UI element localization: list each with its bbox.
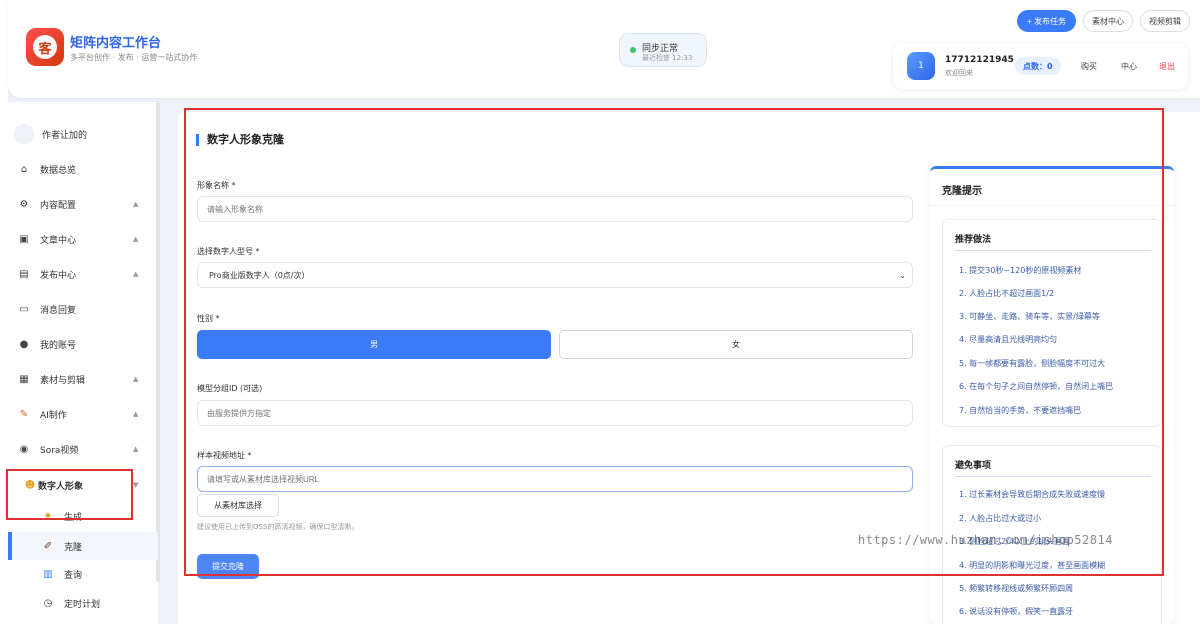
- video-edit-button[interactable]: 视频剪辑: [1140, 10, 1190, 32]
- sidebar-subitem-label: 定时计划: [64, 599, 101, 610]
- sidebar-item-ai[interactable]: ✎ AI制作: [18, 402, 67, 426]
- sidebar-item-publish[interactable]: ▤ 发布中心: [18, 262, 76, 286]
- list-item: 6. 说话没有停顿，假笑一直露牙: [959, 607, 1074, 616]
- publish-icon: ▤: [19, 268, 29, 280]
- sidebar-item-label: 我的账号: [40, 340, 77, 351]
- message-icon: ▭: [19, 303, 29, 315]
- sidebar-subitem-label: 克隆: [64, 542, 83, 553]
- watermark: https://www.huzhan.com/ishop52814: [858, 533, 1113, 547]
- sidebar-subitem-query[interactable]: ▥ 查询: [42, 564, 82, 584]
- sidebar-item-articles[interactable]: ▣ 文章中心: [18, 227, 76, 251]
- material-center-button[interactable]: 素材中心: [1083, 10, 1133, 32]
- chevron-up-icon[interactable]: ▲: [133, 270, 138, 278]
- points-badge: 点数：0: [1015, 57, 1061, 75]
- sync-time: 最近检查 12:33: [642, 54, 693, 62]
- sora-icon: ◉: [19, 443, 29, 455]
- publish-task-button[interactable]: + 发布任务: [1017, 10, 1076, 32]
- buy-link[interactable]: 购买: [1081, 61, 1097, 72]
- highlight-box-sidebar: [6, 469, 133, 520]
- ai-icon: ✎: [19, 408, 29, 420]
- clone-icon: ✐: [43, 540, 53, 552]
- timer-icon: ◷: [43, 597, 53, 609]
- sidebar-item-label: AI制作: [40, 410, 67, 421]
- sidebar-scrollbar[interactable]: [156, 102, 160, 582]
- sidebar-item-label: 发布中心: [40, 270, 77, 281]
- chevron-up-icon[interactable]: ▲: [133, 235, 138, 243]
- sidebar-item-label: 数据总览: [40, 165, 77, 176]
- sync-status-card: 同步正常 最近检查 12:33: [619, 33, 707, 67]
- chevron-up-icon[interactable]: ▲: [133, 375, 138, 383]
- sidebar-item-label: 作者让加的: [42, 130, 88, 141]
- list-item: 5. 频繁转移视线或频繁环顾四周: [959, 584, 1074, 593]
- sidebar-subitem-label: 查询: [64, 570, 83, 581]
- brand-subtitle: 多平台创作 · 发布 · 运营一站式协作: [70, 53, 198, 62]
- logout-link[interactable]: 退出: [1159, 61, 1175, 72]
- sidebar-item-label: Sora视频: [40, 445, 79, 456]
- sidebar-item-label: 素材与剪辑: [40, 375, 86, 386]
- material-icon: ▦: [19, 373, 29, 385]
- left-edge-strip: [0, 0, 8, 624]
- chevron-up-icon[interactable]: ▲: [133, 445, 138, 453]
- user-phone: 17712121945: [945, 55, 1014, 65]
- brand-title: 矩阵内容工作台: [70, 36, 162, 51]
- sidebar-item-label: 文章中心: [40, 235, 77, 246]
- active-item-background: [12, 532, 158, 560]
- settings-icon: ⚙: [19, 198, 29, 210]
- status-dot-icon: [630, 47, 636, 53]
- sidebar-item-content-config[interactable]: ⚙ 内容配置: [18, 192, 77, 216]
- highlight-box-form: [184, 108, 1164, 576]
- user-welcome: 欢迎回来: [945, 69, 973, 77]
- sidebar-item-overview[interactable]: ⌂ 数据总览: [18, 157, 76, 181]
- sidebar-subitem-clone[interactable]: ✐ 克隆: [42, 536, 82, 556]
- sidebar-item-label: 消息回复: [40, 305, 77, 316]
- home-icon: ⌂: [20, 163, 28, 175]
- sidebar-item-account[interactable]: ● 我的账号: [18, 332, 76, 356]
- logo-char: 客: [33, 35, 57, 59]
- sidebar-item-author[interactable]: 作者让加的: [14, 122, 88, 146]
- chevron-up-icon[interactable]: ▲: [133, 410, 138, 418]
- sidebar-item-label: 内容配置: [40, 200, 77, 211]
- user-card: 1 17712121945 欢迎回来 点数：0 购买 中心 退出: [893, 43, 1188, 89]
- sidebar-item-sora[interactable]: ◉ Sora视频: [18, 437, 79, 461]
- blank-avatar-icon: [14, 124, 34, 144]
- sidebar-subitem-timer[interactable]: ◷ 定时计划: [42, 593, 100, 613]
- chevron-up-icon[interactable]: ▲: [133, 200, 138, 208]
- sidebar-item-messages[interactable]: ▭ 消息回复: [18, 297, 76, 321]
- article-icon: ▣: [19, 233, 29, 245]
- avatar[interactable]: 1: [907, 52, 935, 80]
- query-icon: ▥: [43, 568, 53, 580]
- account-icon: ●: [19, 338, 29, 350]
- top-actions: + 发布任务 素材中心 视频剪辑: [1017, 10, 1190, 32]
- app-logo: 客: [26, 28, 64, 66]
- sidebar-item-material[interactable]: ▦ 素材与剪辑: [18, 367, 85, 391]
- active-item-indicator: [8, 532, 12, 560]
- center-link[interactable]: 中心: [1121, 61, 1137, 72]
- chevron-down-icon[interactable]: ▼: [133, 481, 138, 489]
